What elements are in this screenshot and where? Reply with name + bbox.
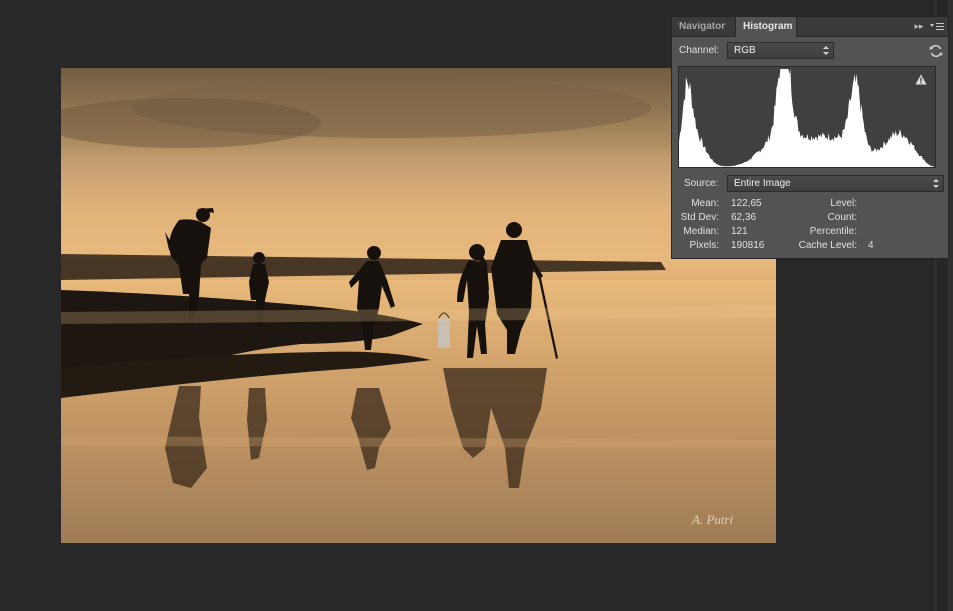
panel-tab-bar: Navigator Histogram ▸▸ [672, 17, 948, 37]
warning-icon[interactable] [915, 74, 927, 85]
double-chevron-right-icon[interactable]: ▸▸ [913, 21, 925, 32]
stat-cache-level-label: Cache Level: [798, 240, 857, 251]
tab-navigator[interactable]: Navigator [672, 17, 735, 36]
refresh-icon[interactable] [929, 44, 943, 58]
source-label: Source: [684, 178, 719, 189]
photo [61, 68, 776, 543]
source-select[interactable]: Entire Image [727, 175, 944, 192]
stat-median-value: 121 [731, 226, 748, 237]
stat-mean-label: Mean: [691, 198, 719, 209]
stat-mean-value: 122,65 [731, 198, 762, 209]
histogram-panel: Navigator Histogram ▸▸ Channel: RGB Sour… [671, 16, 949, 259]
stat-stddev-label: Std Dev: [680, 212, 719, 223]
select-arrows-icon [823, 44, 829, 57]
stat-level-label: Level: [830, 198, 857, 209]
document-canvas[interactable]: A. Putri [61, 68, 776, 543]
tab-histogram[interactable]: Histogram [735, 17, 797, 37]
stat-pixels-label: Pixels: [689, 240, 719, 251]
photo-watermark: A. Putri [692, 512, 734, 527]
stat-percentile-label: Percentile: [809, 226, 857, 237]
histogram-graph[interactable] [678, 66, 936, 168]
select-arrows-icon [933, 177, 939, 190]
stat-count-label: Count: [827, 212, 857, 223]
channel-label: Channel: [679, 45, 720, 56]
histogram-chart [679, 69, 935, 167]
stat-median-label: Median: [683, 226, 719, 237]
panel-menu-icon[interactable] [930, 21, 944, 32]
channel-select[interactable]: RGB [727, 42, 834, 59]
stat-pixels-value: 190816 [731, 240, 765, 251]
histogram-distribution [679, 69, 935, 167]
stat-cache-level-value: 4 [868, 240, 874, 251]
channel-select-value: RGB [734, 45, 756, 56]
stat-stddev-value: 62,36 [731, 212, 757, 223]
source-select-value: Entire Image [734, 178, 791, 189]
